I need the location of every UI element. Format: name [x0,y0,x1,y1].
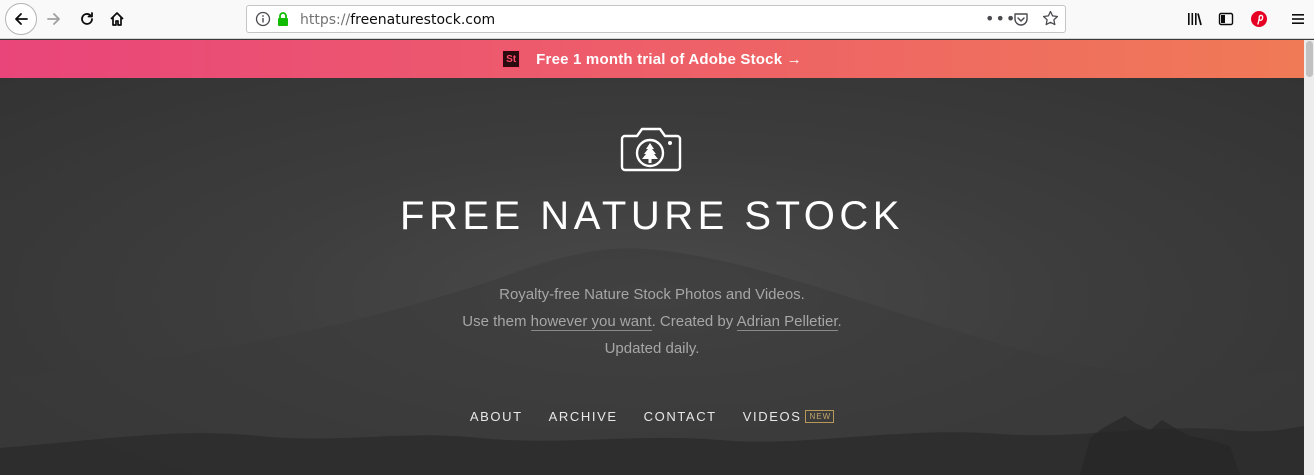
nav-archive[interactable]: ARCHIVE [549,409,618,424]
adobe-stock-logo: St [502,50,521,68]
nav-videos-label: VIDEOS [742,409,802,424]
library-button[interactable] [1180,4,1210,34]
camera-tree-logo [620,124,682,178]
tagline-use-text: Use them [462,313,531,330]
lock-icon[interactable] [276,11,290,31]
adobe-stock-promo-banner[interactable]: St Free 1 month trial of Adobe Stock → [0,40,1304,78]
url-domain: freenaturestock.com [350,12,496,28]
reload-button[interactable] [72,4,102,34]
home-button[interactable] [102,4,132,34]
promo-link[interactable]: Free 1 month trial of Adobe Stock → [536,51,802,68]
library-icon [1188,13,1202,26]
back-button[interactable] [5,3,37,35]
tagline-line-1: Royalty-free Nature Stock Photos and Vid… [499,286,805,303]
back-arrow-icon [15,13,28,25]
hamburger-menu-icon [1292,14,1304,24]
site-title: FREE NATURE STOCK [400,194,904,238]
home-icon [110,12,124,26]
menu-button[interactable] [1283,4,1313,34]
url-text[interactable]: https://freenaturestock.com [300,11,495,29]
nav-about[interactable]: ABOUT [470,409,523,424]
pinterest-button[interactable] [1244,4,1274,34]
pinterest-icon [1251,11,1267,27]
pocket-icon[interactable] [1013,11,1029,31]
usage-rights-link[interactable]: however you want [530,313,652,331]
page-scrollbar[interactable] [1304,40,1314,475]
reload-icon [81,12,93,25]
sidebar-icon [1218,12,1234,26]
main-nav: ABOUT ARCHIVE CONTACT VIDEOS NEW [0,409,1304,424]
tagline-created-text: . Created by [651,313,737,330]
tagline-period: . [837,313,842,330]
info-icon[interactable] [255,11,271,31]
sidebar-button[interactable] [1211,4,1241,34]
browser-toolbar: https://freenaturestock.com ••• [0,0,1314,39]
page-actions-icon[interactable]: ••• [985,9,1016,28]
forward-button[interactable] [39,4,69,34]
nav-videos[interactable]: VIDEOS NEW [742,409,835,424]
nav-contact[interactable]: CONTACT [644,409,717,424]
url-bar[interactable]: https://freenaturestock.com ••• [246,5,1066,33]
scrollbar-thumb[interactable] [1306,41,1313,77]
tagline-line-2: Use them however you want. Created by Ad… [0,308,1304,335]
tagline-line-3: Updated daily. [604,340,700,357]
tagline: Royalty-free Nature Stock Photos and Vid… [0,281,1304,362]
url-scheme: https:// [300,12,351,28]
hero-section: FREE NATURE STOCK Royalty-free Nature St… [0,78,1304,475]
new-badge: NEW [805,410,835,423]
bookmark-star-icon[interactable] [1042,10,1059,31]
author-link[interactable]: Adrian Pelletier [736,313,838,331]
forward-arrow-icon [47,13,60,25]
